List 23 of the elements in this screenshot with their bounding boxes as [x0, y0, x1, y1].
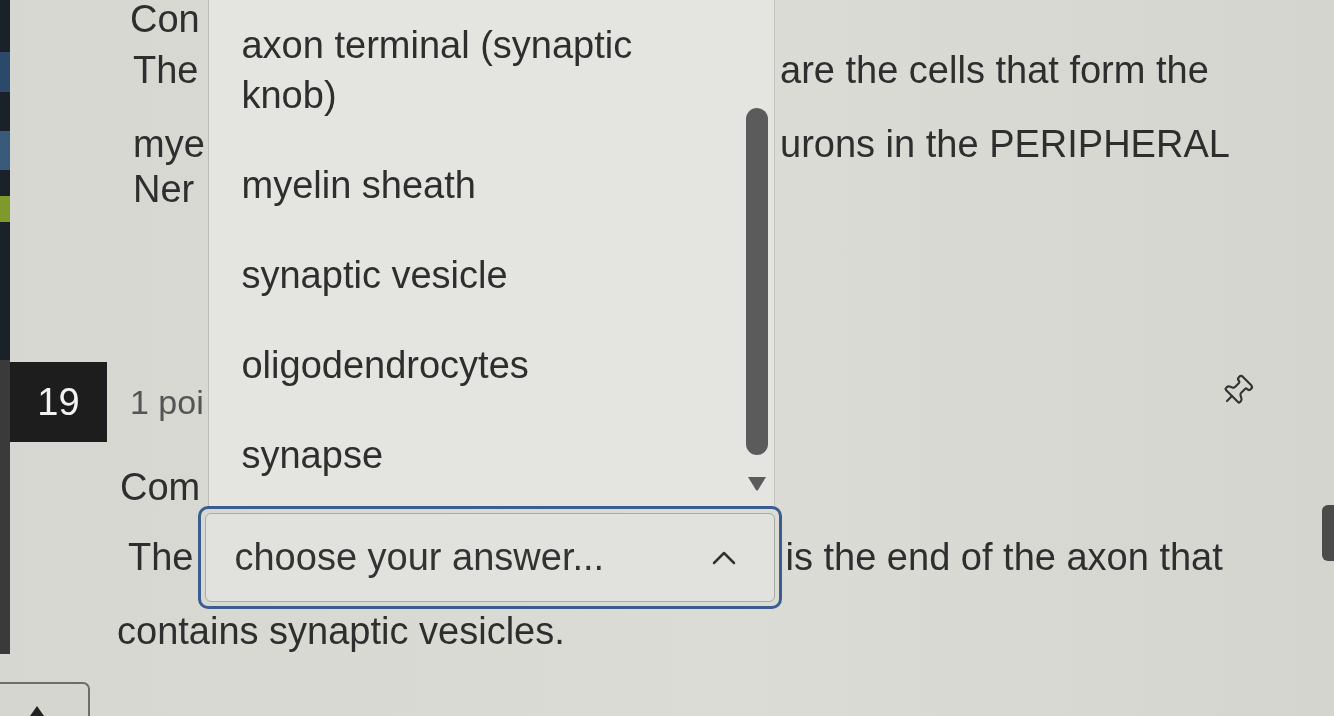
question-text: contains synaptic vesicles.	[117, 609, 565, 654]
dropdown-option[interactable]: myelin sheath	[241, 140, 484, 230]
question-text: is the end of the axon that	[785, 535, 1223, 580]
question-heading: Com	[120, 468, 201, 506]
arrow-icon	[30, 706, 44, 716]
question-text: Ner	[133, 167, 195, 212]
corner-button[interactable]	[0, 682, 90, 716]
dropdown-option[interactable]: synapse	[241, 410, 392, 500]
dropdown-option[interactable]: synaptic vesicle	[241, 230, 516, 320]
points-label: 1 poi	[130, 382, 204, 422]
dropdown-option[interactable]: oligodendrocytes	[241, 320, 537, 410]
question-text: mye	[133, 122, 205, 167]
question-number-badge: 19	[10, 362, 107, 442]
question-text: urons in the PERIPHERAL	[780, 122, 1230, 167]
page-scrollbar-thumb[interactable]	[1322, 505, 1334, 561]
scrollbar-thumb[interactable]	[746, 108, 768, 455]
question-text: The	[128, 535, 194, 580]
question-text: are the cells that form the	[780, 48, 1209, 93]
question-heading: Con	[130, 0, 200, 38]
answer-select[interactable]: choose your answer...	[198, 506, 783, 609]
dropdown-option[interactable]: axon terminal (synaptic knob)	[241, 0, 682, 140]
question-text: The	[133, 48, 199, 93]
scroll-down-icon[interactable]	[748, 477, 766, 491]
